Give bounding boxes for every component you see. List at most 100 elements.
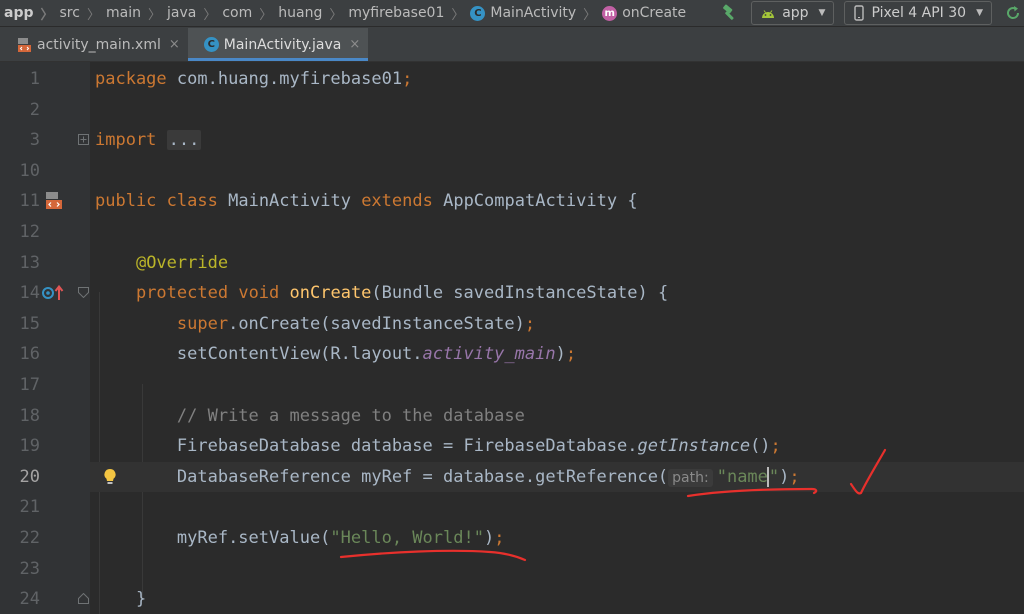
breadcrumb-label: onCreate [622,5,687,21]
code-line: 1 package com.huang.myfirebase01; [0,64,1024,95]
string-literal: "Hello, World!" [330,528,484,548]
breadcrumb-item-app[interactable]: app 〉 [0,4,54,23]
code-editor[interactable]: 1 package com.huang.myfirebase01; 2 3 im… [0,62,1024,614]
line-number: 16 [19,344,40,365]
code-line: 19 FirebaseDatabase database = FirebaseD… [0,431,1024,462]
line-number: 1 [29,69,40,89]
method-name: onCreate [289,283,372,304]
build-button[interactable] [715,4,743,22]
refresh-button[interactable] [1002,5,1024,21]
toolbar-actions: app ▼ Pixel 4 API 30 ▼ [715,0,1024,26]
code-area: } [90,584,1024,614]
code-area: super.onCreate(savedInstanceState); [90,309,1024,340]
code-area: protected void onCreate(Bundle savedInst… [90,278,1024,309]
code-area: public class MainActivity extends AppCom… [90,186,1024,217]
code-text: @Override [95,248,228,279]
line-number: 21 [19,497,40,518]
line-number: 23 [19,558,40,579]
class-icon: C [470,5,486,21]
code-text: FirebaseDatabase database = FirebaseData… [95,431,781,462]
line-number: 11 [19,191,40,212]
comment: // Write a message to the database [176,405,525,426]
code-line: 23 [0,554,1024,585]
keyword: class [166,191,218,212]
fold-expand-icon[interactable] [78,134,89,146]
set-content-call: setContentView(R.layout. [176,344,423,365]
caret-down-icon: ▼ [976,8,983,18]
run-config-label: app [782,5,809,21]
tab-main-activity-java[interactable]: C MainActivity.java × [187,28,369,61]
code-line: 21 [0,492,1024,523]
run-config-select[interactable]: app ▼ [751,1,835,25]
class-name: MainActivity [228,191,351,212]
package-name: com.huang.myfirebase01 [166,69,403,89]
keyword: public [95,191,157,212]
line-number: 3 [29,130,40,151]
code-line: 17 [0,370,1024,401]
line-number: 13 [19,252,40,273]
line-number: 2 [29,99,40,120]
semicolon: ; [402,69,413,89]
fold-collapse-icon[interactable] [78,287,89,299]
code-line: 10 [0,156,1024,187]
breadcrumb-item-oncreate[interactable]: m onCreate [596,5,686,21]
code-line: 16 setContentView(R.layout.activity_main… [0,339,1024,370]
breadcrumb-item-main[interactable]: main 〉 [100,4,161,23]
code-text: } [95,584,146,614]
code-area: @Override [90,248,1024,279]
line-number: 12 [19,222,40,242]
semicolon: ; [494,528,505,548]
chevron-right-icon: 〉 [259,7,273,23]
code-text: protected void onCreate(Bundle savedInst… [95,278,668,309]
tab-label: activity_main.xml [37,36,161,53]
keyword: extends [361,191,433,212]
keyword: void [238,283,280,304]
code-text: super.onCreate(savedInstanceState); [95,309,535,340]
layout-file-icon[interactable] [42,192,66,210]
breadcrumb-item-myfirebase01[interactable]: myfirebase01 〉 [342,4,464,23]
folded-imports[interactable]: ... [166,130,202,151]
line-number: 15 [19,313,40,334]
close-paren: ) [483,528,495,548]
code-text: setContentView(R.layout.activity_main); [95,339,576,370]
db-declaration: FirebaseDatabase database = FirebaseData… [176,436,638,457]
get-instance-call: getInstance [637,436,751,457]
breadcrumb-item-huang[interactable]: huang 〉 [272,4,342,23]
close-icon[interactable]: × [169,37,180,52]
tab-activity-main-xml[interactable]: activity_main.xml × [0,28,188,61]
close-icon[interactable]: × [349,37,360,52]
code-line: 11 public class MainActivity extends App… [0,186,1024,217]
code-text: DatabaseReference myRef = database.getRe… [95,462,800,494]
chevron-right-icon: 〉 [203,7,217,23]
breadcrumb-item-java[interactable]: java 〉 [161,4,216,23]
breadcrumb-item-src[interactable]: src 〉 [54,4,100,23]
chevron-right-icon: 〉 [329,7,343,23]
call-parens: () [750,436,771,457]
semicolon: ; [789,466,800,487]
code-text: import ... [95,125,202,156]
breadcrumb-label: MainActivity [490,5,577,21]
code-text: public class MainActivity extends AppCom… [95,186,638,217]
device-select[interactable]: Pixel 4 API 30 ▼ [844,1,992,25]
semicolon: ; [770,436,781,457]
layout-file-icon [18,37,31,52]
breadcrumb-item-mainactivity[interactable]: C MainActivity 〉 [464,4,596,23]
line-number: 20 [19,466,40,487]
fold-end-icon[interactable] [78,593,89,605]
text-cursor: " [766,466,780,487]
line-number: 18 [19,405,40,426]
method-params: (Bundle savedInstanceState) { [371,283,669,304]
breadcrumb-label: app [4,5,34,21]
code-line: 18 // Write a message to the database [0,401,1024,432]
navigation-bar: app 〉 src 〉 main 〉 java 〉 com 〉 huang 〉 myfire… [0,0,1024,27]
line-number: 10 [19,160,40,181]
breadcrumb-label: com [222,5,253,21]
overrides-method-icon[interactable] [42,284,68,302]
line-number: 19 [19,436,40,457]
code-line: 12 [0,217,1024,248]
breadcrumb-item-com[interactable]: com 〉 [216,4,272,23]
android-icon [762,10,775,18]
code-area: myRef.setValue("Hello, World!"); [90,523,1024,554]
code-area: DatabaseReference myRef = database.getRe… [90,461,1024,494]
code-line-current: 20 DatabaseReference myRef = database.ge… [0,461,1024,494]
